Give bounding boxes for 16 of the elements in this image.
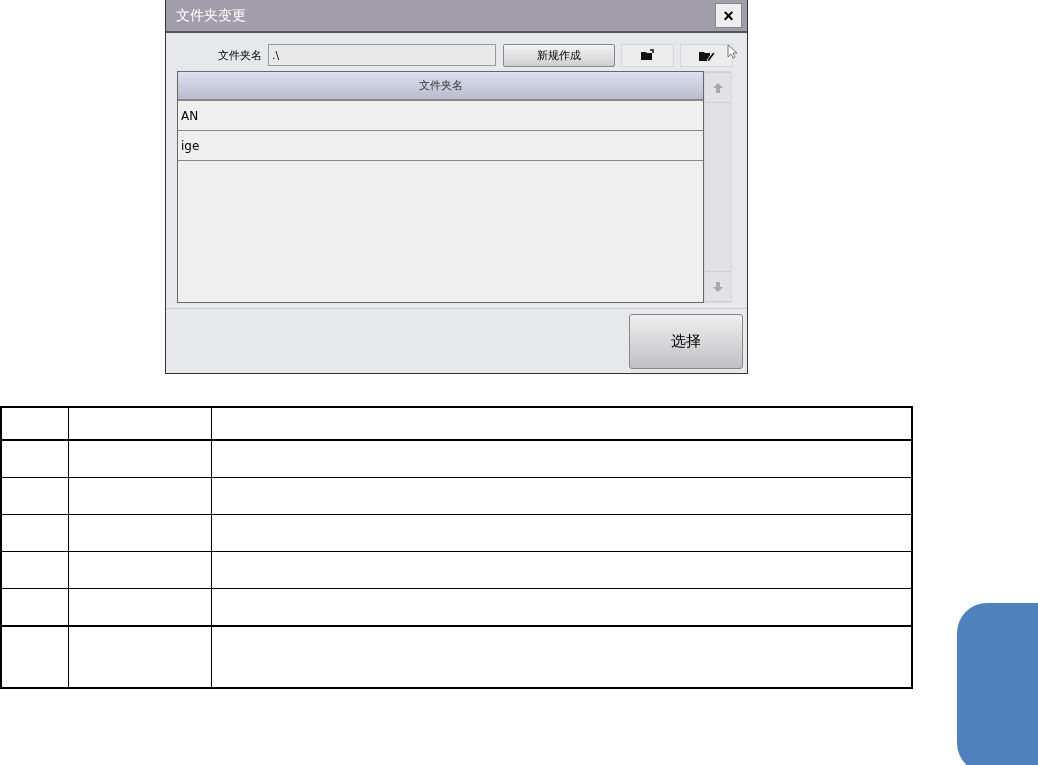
column-header: 文件夹名 [178,72,703,101]
folder-row[interactable]: ige [178,131,703,161]
up-arrow-icon[interactable] [712,81,724,94]
mouse-pointer-icon [727,44,737,59]
folder-icon [639,49,656,61]
folder-name-field[interactable]: .\ [268,44,496,66]
new-button[interactable]: 新规作成 [503,43,615,67]
select-button[interactable]: 选择 [629,314,743,369]
close-button[interactable]: × [715,3,742,28]
down-arrow-icon[interactable] [712,280,724,293]
folder-row[interactable]: AN [178,101,703,131]
field-label: 文件夹名 [218,47,263,63]
scroll-bar[interactable] [704,71,732,303]
window-title: 文件夹变更 [176,6,246,25]
open-folder-button[interactable] [621,43,674,67]
edit-folder-button[interactable] [680,43,733,67]
